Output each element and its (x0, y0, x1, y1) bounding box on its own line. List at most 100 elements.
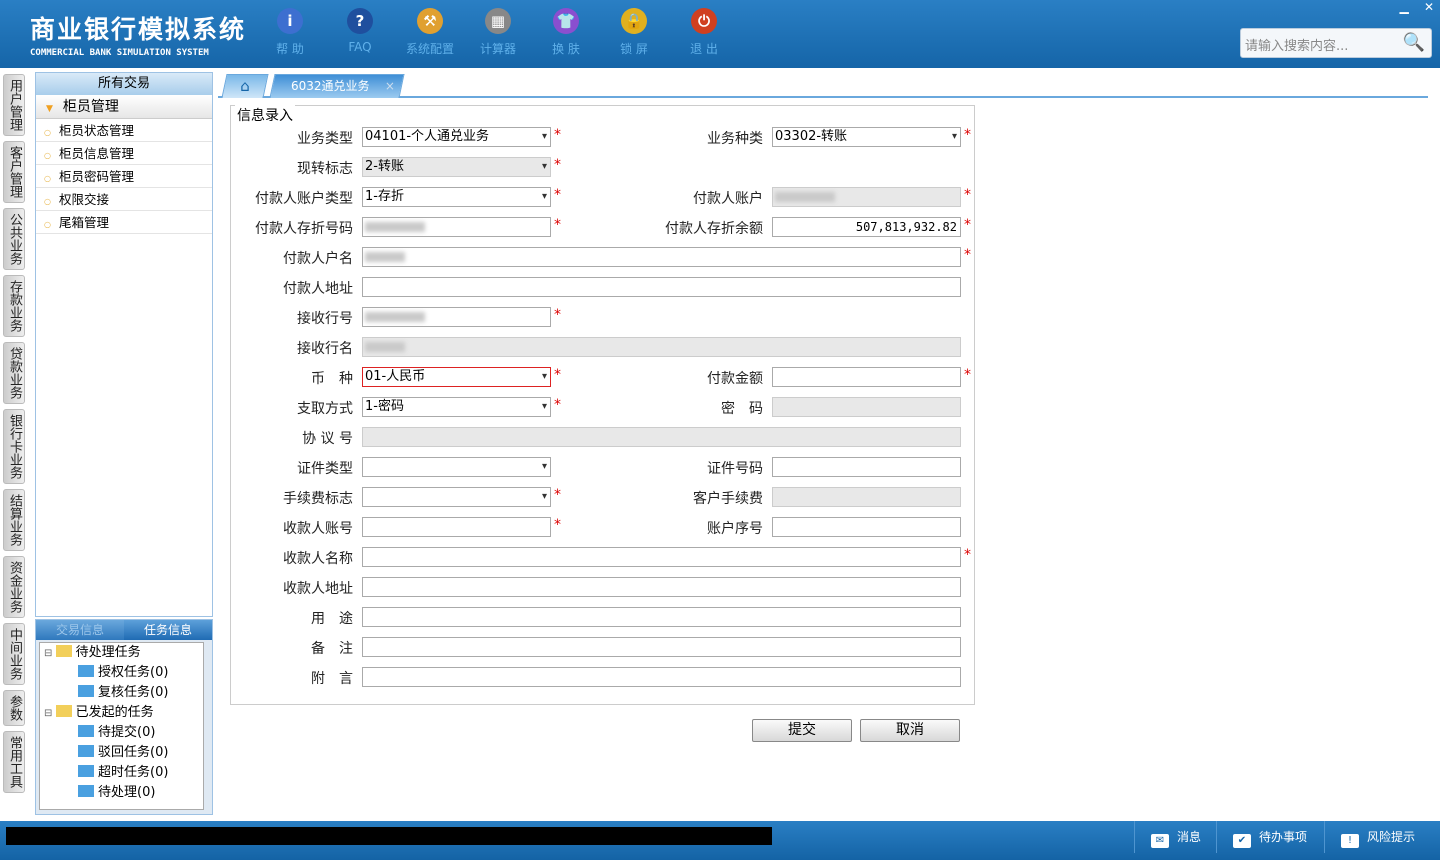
close-tab-icon[interactable]: × (385, 79, 395, 93)
field-1-0[interactable]: 2-转账 (362, 157, 551, 177)
tab-6032[interactable]: 6032通兑业务 × (269, 74, 405, 98)
minimize-button[interactable]: ▁ (1399, 0, 1408, 14)
tree-node[interactable]: 待提交(0) (40, 723, 203, 743)
vtab-5[interactable]: 银行卡业务 (3, 409, 25, 484)
status-mail[interactable]: ✉ 消息 (1134, 821, 1216, 853)
mail-icon: ✉ (1151, 834, 1169, 848)
field-0-1[interactable]: 03302-转账 (772, 127, 961, 147)
vtab-3[interactable]: 存款业务 (3, 275, 25, 337)
field-11-0[interactable] (362, 457, 551, 477)
field-8-0[interactable]: 01-人民币 (362, 367, 551, 387)
search-icon[interactable]: 🔍 (1403, 32, 1425, 53)
field-9-1[interactable] (772, 397, 961, 417)
field-12-0[interactable] (362, 487, 551, 507)
field-2-0[interactable]: 1-存折 (362, 187, 551, 207)
vtab-1[interactable]: 客户管理 (3, 141, 25, 203)
search-input[interactable]: 请输入搜索内容... 🔍 (1240, 28, 1432, 58)
field-0-0[interactable]: 04101-个人通兑业务 (362, 127, 551, 147)
field-4-0[interactable] (362, 247, 961, 267)
sidebar-item[interactable]: ○ 柜员状态管理 (36, 119, 212, 142)
tab-bar: ⌂ 6032通兑业务 × (218, 72, 1428, 98)
field-3-1[interactable]: 507,813,932.82 (772, 217, 961, 237)
tree-node[interactable]: 超时任务(0) (40, 763, 203, 783)
tree-node-label: 授权任务(0) (98, 665, 169, 680)
toolbar-button-0[interactable]: i 帮 助 (260, 8, 320, 57)
field-14-0[interactable] (362, 547, 961, 567)
field-15-0[interactable] (362, 577, 961, 597)
header-bar: 商业银行模拟系统 COMMERCIAL BANK SIMULATION SYST… (0, 0, 1440, 68)
field-label: 币 种 (311, 371, 353, 387)
vtab-9[interactable]: 参数 (3, 690, 25, 726)
tab-label: 6032通兑业务 (291, 79, 370, 93)
toolbar-button-1[interactable]: ? FAQ (330, 8, 390, 54)
field-8-1[interactable] (772, 367, 961, 387)
tree-node[interactable]: ⊟ 已发起的任务 (40, 703, 203, 723)
toolbar-button-5[interactable]: 🔒 锁 屏 (604, 8, 664, 57)
tree-node[interactable]: ⊟ 待处理任务 (40, 643, 203, 663)
field-10-0[interactable] (362, 427, 961, 447)
toolbar-button-6[interactable]: ⏻ 退 出 (674, 8, 734, 57)
toolbar-button-2[interactable]: ⚒ 系统配置 (400, 8, 460, 57)
field-5-0[interactable] (362, 277, 961, 297)
vtab-4[interactable]: 贷款业务 (3, 342, 25, 404)
toolbar-button-3[interactable]: ▦ 计算器 (468, 8, 528, 57)
vtab-0[interactable]: 用户管理 (3, 74, 25, 136)
collapse-icon[interactable]: ⊟ (44, 708, 56, 719)
sidebar-item[interactable]: ○ 柜员信息管理 (36, 142, 212, 165)
tree-node-label: 复核任务(0) (98, 685, 169, 700)
status-speech-alert[interactable]: ! 风险提示 (1324, 821, 1440, 853)
field-9-0[interactable]: 1-密码 (362, 397, 551, 417)
sidebar-item[interactable]: ○ 尾箱管理 (36, 211, 212, 234)
arrow-down-icon: ▼ (46, 104, 53, 114)
required-mark: * (554, 157, 561, 173)
window-controls[interactable]: ▁ ✕ (1399, 0, 1434, 14)
field-3-0[interactable] (362, 217, 551, 237)
required-mark: * (964, 217, 971, 233)
info-icon: i (277, 8, 303, 34)
field-value: 507,813,932.82 (855, 220, 957, 234)
vtab-8[interactable]: 中间业务 (3, 623, 25, 685)
tab-home[interactable]: ⌂ (221, 74, 269, 98)
sidebar-group[interactable]: ▼ 柜员管理 (36, 95, 212, 119)
sidebar-item[interactable]: ○ 权限交接 (36, 188, 212, 211)
sidebar-header[interactable]: 所有交易 (36, 73, 212, 95)
field-label: 业务类型 (297, 131, 353, 147)
vtab-6[interactable]: 结算业务 (3, 489, 25, 551)
field-2-1[interactable] (772, 187, 961, 207)
toolbar-label: 计算器 (479, 42, 516, 56)
field-7-0[interactable] (362, 337, 961, 357)
sidebar-item[interactable]: ○ 柜员密码管理 (36, 165, 212, 188)
field-value: 2-转账 (365, 159, 404, 174)
tab-task-info[interactable]: 任务信息 (124, 620, 212, 640)
field-12-1[interactable] (772, 487, 961, 507)
cancel-button[interactable]: 取消 (860, 719, 960, 742)
toolbar-button-4[interactable]: 👕 换 肤 (536, 8, 596, 57)
vtab-7[interactable]: 资金业务 (3, 556, 25, 618)
field-18-0[interactable] (362, 667, 961, 687)
tree-node[interactable]: 复核任务(0) (40, 683, 203, 703)
tree-node[interactable]: 待处理(0) (40, 783, 203, 803)
fieldset-legend: 信息录入 (235, 105, 295, 125)
vtab-10[interactable]: 常用工具 (3, 731, 25, 793)
app-subtitle: COMMERCIAL BANK SIMULATION SYSTEM (30, 48, 209, 58)
submit-button[interactable]: 提交 (752, 719, 852, 742)
field-label: 密 码 (721, 401, 763, 417)
tree-node[interactable]: 授权任务(0) (40, 663, 203, 683)
vtab-2[interactable]: 公共业务 (3, 208, 25, 270)
bullet-icon: ○ (44, 220, 51, 229)
close-window-button[interactable]: ✕ (1424, 0, 1434, 14)
collapse-icon[interactable]: ⊟ (44, 648, 56, 659)
required-mark: * (554, 307, 561, 323)
status-checkbox[interactable]: ✔ 待办事项 (1216, 821, 1324, 853)
tree-node[interactable]: 驳回任务(0) (40, 743, 203, 763)
field-13-0[interactable] (362, 517, 551, 537)
field-label: 附 言 (311, 671, 353, 687)
field-17-0[interactable] (362, 637, 961, 657)
field-13-1[interactable] (772, 517, 961, 537)
main-area: ⌂ 6032通兑业务 × 信息录入 业务类型 04101-个人通兑业务 * 业务种类 0… (218, 72, 1428, 817)
tab-transaction-info[interactable]: 交易信息 (36, 620, 124, 640)
field-11-1[interactable] (772, 457, 961, 477)
field-6-0[interactable] (362, 307, 551, 327)
field-16-0[interactable] (362, 607, 961, 627)
status-label: 风险提示 (1367, 830, 1416, 844)
